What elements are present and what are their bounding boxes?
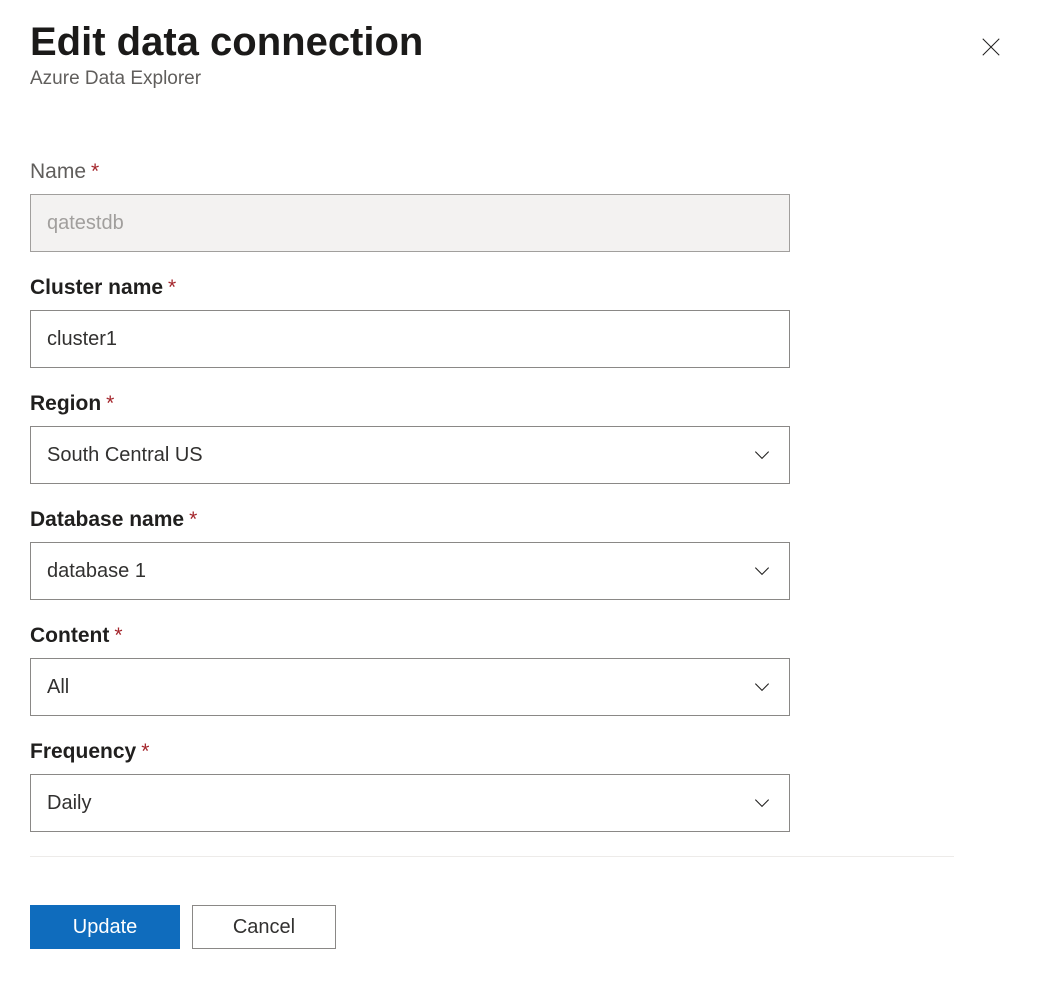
content-select-wrap: All (30, 658, 790, 716)
database-field-group: Database name* database 1 (30, 508, 790, 600)
name-label-text: Name (30, 160, 86, 183)
cluster-label-text: Cluster name (30, 276, 163, 299)
update-button[interactable]: Update (30, 905, 180, 949)
cluster-field-label: Cluster name* (30, 276, 790, 300)
required-asterisk: * (106, 392, 114, 415)
cluster-name-input[interactable] (30, 310, 790, 368)
required-asterisk: * (189, 508, 197, 531)
close-button[interactable] (974, 30, 1008, 64)
panel-subtitle: Azure Data Explorer (30, 68, 423, 90)
close-icon (980, 36, 1002, 58)
frequency-label-text: Frequency (30, 740, 136, 763)
region-label-text: Region (30, 392, 101, 415)
frequency-select-wrap: Daily (30, 774, 790, 832)
region-field-label: Region* (30, 392, 790, 416)
database-field-label: Database name* (30, 508, 790, 532)
database-label-text: Database name (30, 508, 184, 531)
required-asterisk: * (141, 740, 149, 763)
region-field-group: Region* South Central US (30, 392, 790, 484)
cluster-field-group: Cluster name* (30, 276, 790, 368)
frequency-field-label: Frequency* (30, 740, 790, 764)
required-asterisk: * (114, 624, 122, 647)
name-input (30, 194, 790, 252)
panel-header: Edit data connection Azure Data Explorer (30, 20, 1008, 90)
content-field-group: Content* All (30, 624, 790, 716)
frequency-select[interactable]: Daily (30, 774, 790, 832)
footer-divider (30, 856, 954, 857)
panel-title: Edit data connection (30, 20, 423, 64)
content-field-label: Content* (30, 624, 790, 648)
cancel-button[interactable]: Cancel (192, 905, 336, 949)
required-asterisk: * (168, 276, 176, 299)
region-select[interactable]: South Central US (30, 426, 790, 484)
region-select-wrap: South Central US (30, 426, 790, 484)
frequency-field-group: Frequency* Daily (30, 740, 790, 832)
header-text-group: Edit data connection Azure Data Explorer (30, 20, 423, 90)
name-field-group: Name* (30, 160, 790, 252)
database-select-wrap: database 1 (30, 542, 790, 600)
button-row: Update Cancel (30, 905, 1008, 949)
content-select[interactable]: All (30, 658, 790, 716)
form-area: Name* Cluster name* Region* South Centra… (30, 160, 790, 832)
required-asterisk: * (91, 160, 99, 183)
name-field-label: Name* (30, 160, 790, 184)
database-select[interactable]: database 1 (30, 542, 790, 600)
content-label-text: Content (30, 624, 109, 647)
